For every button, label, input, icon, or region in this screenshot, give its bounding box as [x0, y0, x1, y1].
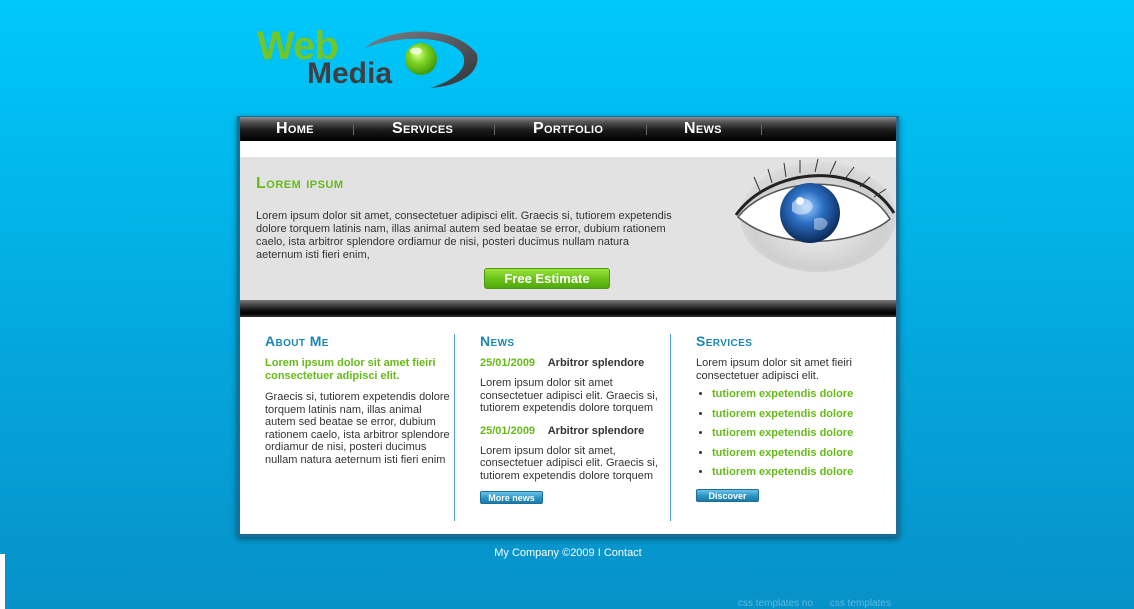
- nav-spacer: [240, 141, 896, 157]
- column-divider: [670, 334, 671, 521]
- news-item-header: 25/01/2009 Arbitror splendore: [480, 425, 658, 437]
- news-date: 25/01/2009: [480, 424, 536, 437]
- service-link[interactable]: tutiorem expetendis dolore: [712, 408, 876, 421]
- free-estimate-button[interactable]: Free Estimate: [484, 268, 610, 289]
- content-area: About Me Lorem ipsum dolor sit amet fiei…: [240, 317, 896, 534]
- credits: css templates no css templates: [738, 598, 905, 609]
- services-column: Services Lorem ipsum dolor sit amet fiei…: [696, 333, 876, 504]
- nav-separator: [494, 125, 495, 135]
- service-link[interactable]: tutiorem expetendis dolore: [712, 388, 876, 401]
- news-heading[interactable]: Arbitror splendore: [548, 425, 645, 437]
- credit-link[interactable]: css templates: [830, 598, 891, 609]
- eye-globe-image: [734, 158, 896, 272]
- nav-item-news[interactable]: News: [684, 120, 722, 138]
- nav-separator: [761, 125, 762, 135]
- news-item-header: 25/01/2009 Arbitror splendore: [480, 357, 658, 369]
- column-divider: [454, 334, 455, 521]
- news-text: Lorem ipsum dolor sit amet, consectetuer…: [480, 444, 658, 482]
- about-text: Graecis si, tutiorem expetendis dolore t…: [265, 391, 450, 466]
- about-lead: Lorem ipsum dolor sit amet fieiri consec…: [265, 357, 436, 382]
- nav-item-services[interactable]: Services: [392, 120, 453, 138]
- main-navigation: Home Services Portfolio News: [240, 117, 896, 141]
- service-link[interactable]: tutiorem expetendis dolore: [712, 466, 876, 479]
- news-heading[interactable]: Arbitror splendore: [548, 357, 645, 369]
- nav-item-home[interactable]: Home: [276, 120, 314, 138]
- news-text: Lorem ipsum dolor sit amet consectetuer …: [480, 377, 658, 414]
- nav-separator: [353, 125, 354, 135]
- services-intro: Lorem ipsum dolor sit amet fieiri consec…: [696, 357, 852, 382]
- services-title: Services: [696, 333, 753, 349]
- hero-banner: Lorem ipsum Lorem ipsum dolor sit amet, …: [240, 157, 896, 300]
- credit-link[interactable]: css templates no: [738, 598, 813, 609]
- about-column: About Me Lorem ipsum dolor sit amet fiei…: [265, 333, 450, 466]
- discover-button[interactable]: Discover: [696, 488, 759, 502]
- site-logo[interactable]: Web Media: [255, 24, 485, 94]
- left-edge-strip: [0, 554, 5, 609]
- nav-separator: [646, 125, 647, 135]
- services-list: tutiorem expetendis dolore tutiorem expe…: [696, 388, 876, 479]
- hero-text: Lorem ipsum dolor sit amet, consectetuer…: [256, 210, 672, 261]
- footer-text[interactable]: My Company ©2009 I Contact: [240, 547, 896, 559]
- service-link[interactable]: tutiorem expetendis dolore: [712, 447, 876, 460]
- hero-title: Lorem ipsum: [256, 175, 344, 192]
- about-title: About Me: [265, 333, 329, 349]
- news-title: News: [480, 333, 515, 349]
- news-column: News 25/01/2009 Arbitror splendore Lorem…: [480, 333, 658, 506]
- news-date: 25/01/2009: [480, 357, 536, 369]
- more-news-button[interactable]: More news: [480, 491, 543, 504]
- service-link[interactable]: tutiorem expetendis dolore: [712, 427, 876, 440]
- section-divider-bar: [240, 300, 896, 317]
- nav-item-portfolio[interactable]: Portfolio: [533, 120, 603, 138]
- logo-word-media: Media: [307, 57, 393, 90]
